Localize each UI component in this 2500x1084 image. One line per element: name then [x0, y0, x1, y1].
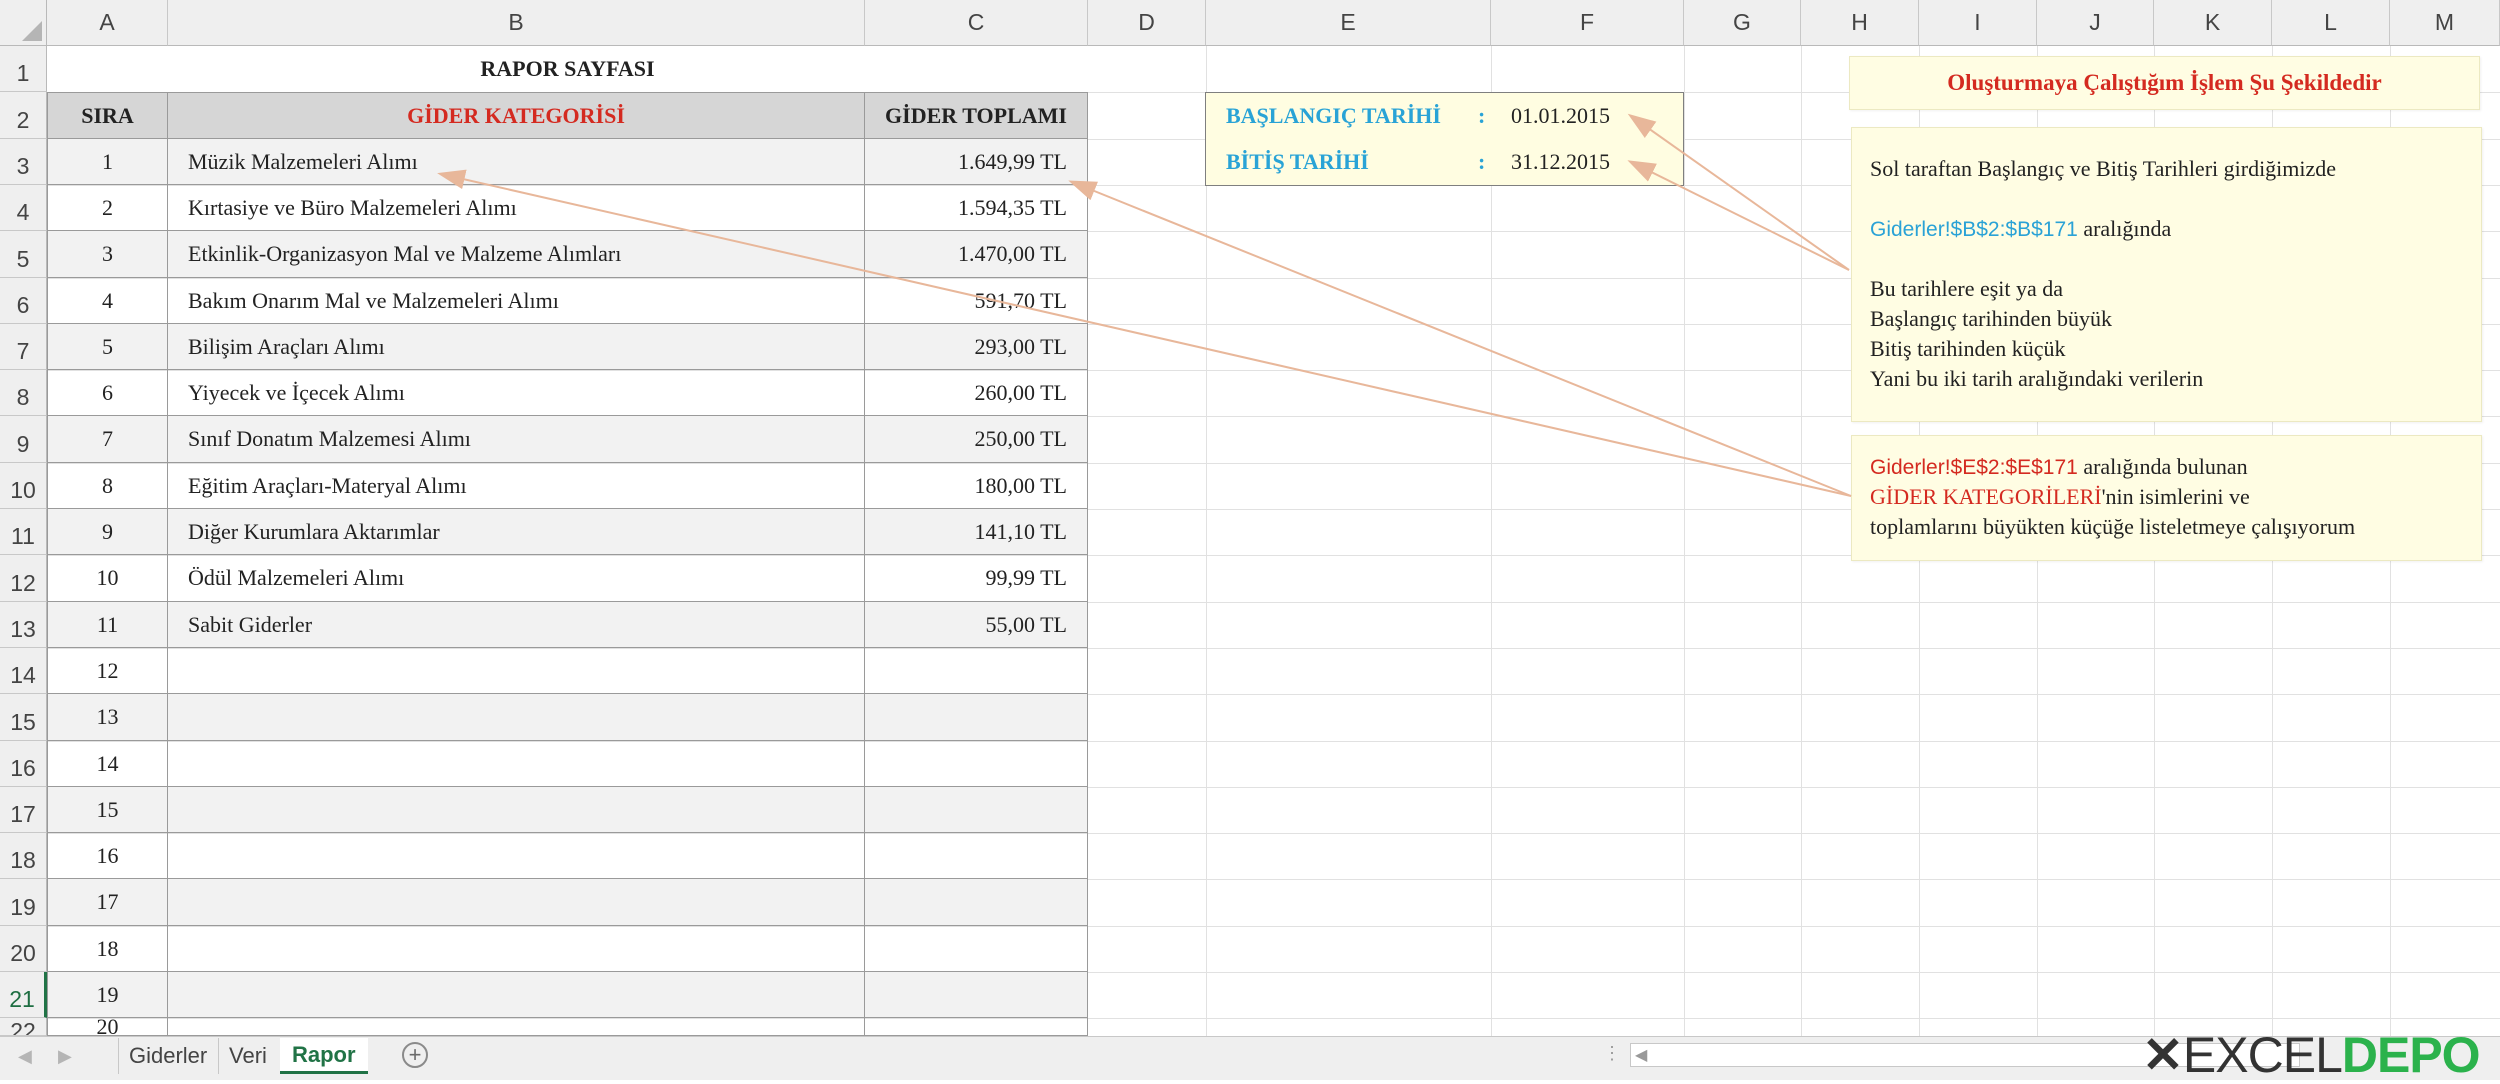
connector-arrows [437, 113, 1852, 497]
tab-scroll-right-icon[interactable]: ▶ [58, 1046, 72, 1067]
arrow-to-start-date [1627, 113, 1850, 271]
spreadsheet-window: A B C D E F G H I J K L M 1 2 3 4 5 6 7 … [0, 0, 2500, 1083]
add-sheet-icon[interactable]: + [402, 1042, 428, 1068]
arrow-to-category [437, 169, 1852, 497]
tab-giderler[interactable]: Giderler [118, 1038, 217, 1074]
scroll-left-icon[interactable]: ◀ [1635, 1045, 1647, 1065]
tab-rapor[interactable]: Rapor [280, 1038, 368, 1074]
excel-depo-logo: ✕EXCELDEPO [2142, 1027, 2481, 1083]
logo-x-icon: ✕ [2142, 1027, 2184, 1083]
tab-veri[interactable]: Veri [218, 1038, 277, 1074]
split-handle-icon[interactable]: ⋮ [1603, 1043, 1621, 1064]
tab-scroll-left-icon[interactable]: ◀ [18, 1046, 32, 1067]
arrow-to-end-date [1627, 160, 1850, 271]
arrow-to-total [1068, 180, 1852, 497]
